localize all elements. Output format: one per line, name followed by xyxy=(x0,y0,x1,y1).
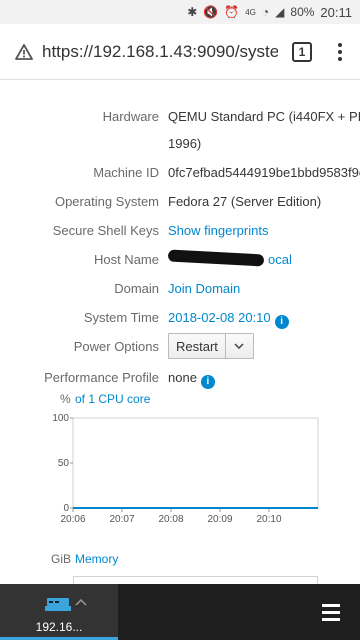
y-tick-label: 0 xyxy=(63,503,69,514)
x-tick-label: 20:07 xyxy=(109,514,134,525)
cpu-unit: % xyxy=(60,392,71,406)
memory-chart-frame xyxy=(73,576,318,584)
hardware-label: Hardware xyxy=(102,109,159,124)
host-name-label: Host Name xyxy=(93,252,159,267)
restart-button[interactable]: Restart xyxy=(169,334,225,358)
cpu-chart: 100 50 0 20:06 20:07 20:08 20:09 20:10 xyxy=(0,410,360,530)
x-tick-label: 20:10 xyxy=(256,514,281,525)
cpu-chart-svg: 100 50 020:06 20:07 20:08 20:09 20:10 xyxy=(52,413,319,525)
bottom-navigation: 192.16... xyxy=(0,584,360,640)
machine-id-value: 0fc7efbad5444919be1bbd9583f9c xyxy=(168,165,360,180)
redaction-mark xyxy=(167,249,265,267)
domain-label: Domain xyxy=(114,281,159,296)
status-time: 20:11 xyxy=(320,4,352,20)
signal-icon: ◢ xyxy=(275,5,285,19)
y-tick-label: 50 xyxy=(58,458,70,469)
performance-profile-label: Performance Profile xyxy=(44,370,159,385)
performance-profile-value-wrap: none i xyxy=(168,370,215,389)
ssh-label: Secure Shell Keys xyxy=(52,223,159,238)
system-time-value-wrap: 2018-02-08 20:10 i xyxy=(168,310,289,329)
x-tick-label: 20:06 xyxy=(60,514,85,525)
bluetooth-icon: ✱ xyxy=(187,5,198,19)
host-name-link[interactable]: ocal xyxy=(268,252,292,267)
show-fingerprints-link[interactable]: Show fingerprints xyxy=(168,223,268,238)
join-domain-link[interactable]: Join Domain xyxy=(168,281,240,296)
chevron-up-icon xyxy=(75,598,87,606)
x-tick-label: 20:09 xyxy=(207,514,232,525)
os-label: Operating System xyxy=(54,194,159,209)
hardware-value: QEMU Standard PC (i440FX + PIIX, xyxy=(168,109,360,124)
host-switcher[interactable]: 192.16... xyxy=(0,584,118,640)
performance-profile-value: none xyxy=(168,370,197,385)
alarm-icon: ⏰ xyxy=(224,5,240,19)
status-bar: ✱ 🔇 ⏰ 4G ◔ ◢ 80% 20:11 xyxy=(0,0,360,24)
server-icon xyxy=(45,598,71,611)
mute-icon: 🔇 xyxy=(203,5,219,19)
wifi-icon: ◔ xyxy=(261,5,270,19)
address-bar[interactable]: https://192.168.1.43:9090/system xyxy=(42,42,278,62)
x-tick-label: 20:08 xyxy=(158,514,183,525)
battery-level: 80% xyxy=(290,5,315,19)
info-icon[interactable]: i xyxy=(274,315,289,329)
system-time-label: System Time xyxy=(83,310,159,325)
memory-title[interactable]: Memory xyxy=(75,552,118,566)
info-icon[interactable]: i xyxy=(200,375,215,389)
tab-switcher-button[interactable]: 1 xyxy=(292,41,312,62)
power-options-dropdown[interactable] xyxy=(224,334,253,358)
system-overview: Hardware QEMU Standard PC (i440FX + PIIX… xyxy=(0,80,360,584)
warning-icon[interactable] xyxy=(14,43,34,60)
y-tick-label: 100 xyxy=(52,413,69,424)
power-options-control: Restart xyxy=(168,333,254,359)
chevron-down-icon xyxy=(234,343,244,349)
browser-toolbar: https://192.168.1.43:9090/system 1 xyxy=(0,24,360,80)
os-value: Fedora 27 (Server Edition) xyxy=(168,194,322,209)
hamburger-menu-icon[interactable] xyxy=(322,604,340,621)
hardware-value-cont: 1996) xyxy=(168,136,202,151)
system-time-link[interactable]: 2018-02-08 20:10 xyxy=(168,310,271,325)
network-type: 4G xyxy=(245,7,256,17)
memory-unit: GiB xyxy=(51,552,72,566)
overflow-menu-icon[interactable] xyxy=(330,42,350,61)
cpu-chart-title[interactable]: of 1 CPU core xyxy=(75,392,150,406)
host-label: 192.16... xyxy=(35,620,83,634)
power-options-label: Power Options xyxy=(73,339,159,354)
machine-id-label: Machine ID xyxy=(93,165,159,180)
